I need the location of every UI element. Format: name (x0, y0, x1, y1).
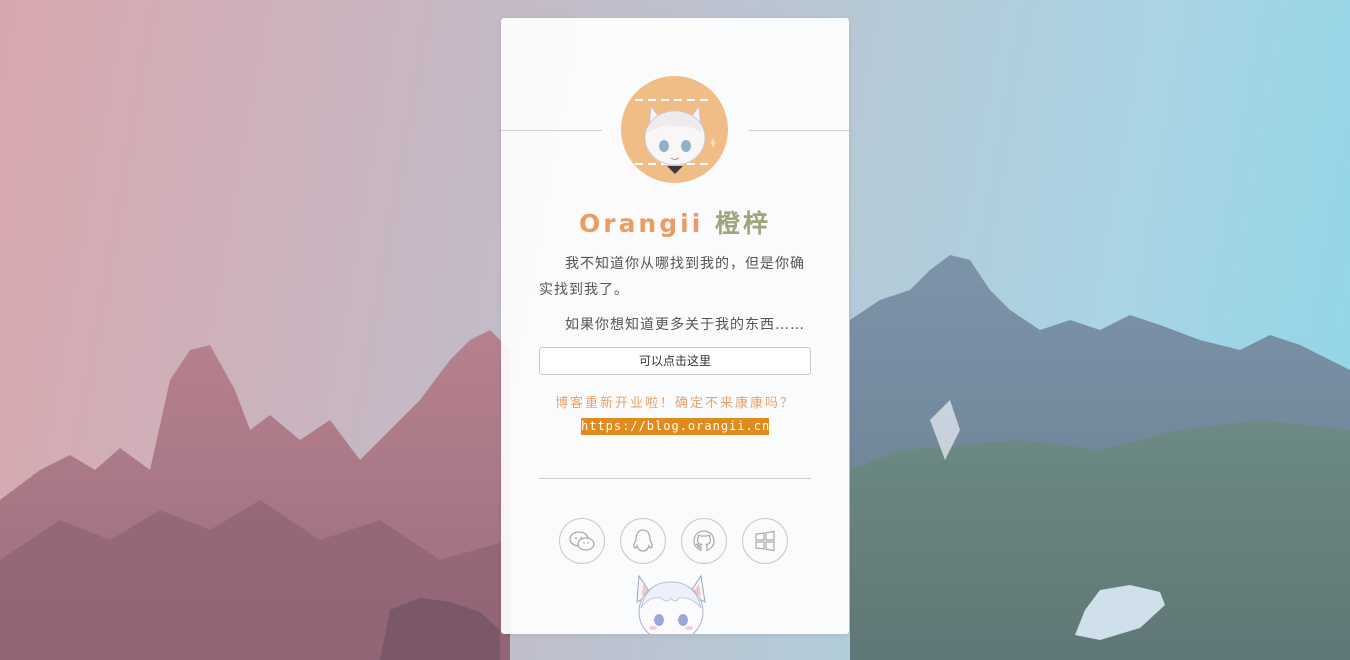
profile-card: Orangii 橙梓 我不知道你从哪找到我的，但是你确实找到我了。 如果你想知道… (501, 18, 849, 634)
github-icon (693, 530, 715, 552)
profile-name-cn: 橙梓 (715, 209, 772, 238)
blog-promo-text: 博客重新开业啦！确定不来康康吗？ (554, 396, 795, 411)
header-line-right (749, 130, 849, 131)
avatar (621, 76, 728, 183)
click-here-button[interactable]: 可以点击这里 (539, 347, 811, 375)
qq-icon (633, 529, 653, 552)
intro-text-1: 我不知道你从哪找到我的，但是你确实找到我了。 (539, 256, 805, 298)
wechat-icon (569, 531, 595, 551)
profile-name: Orangii (578, 209, 704, 238)
github-button[interactable] (681, 518, 727, 564)
intro-text-2: 如果你想知道更多关于我的东西…… (565, 317, 805, 333)
qq-button[interactable] (620, 518, 666, 564)
cat-mascot-icon (636, 574, 706, 634)
blog-url-link[interactable]: https://blog.orangii.cn (581, 418, 769, 435)
header-line-left (501, 130, 602, 131)
windows-icon (755, 530, 775, 552)
profile-title: Orangii 橙梓 (501, 204, 849, 240)
windows-button[interactable] (742, 518, 788, 564)
wechat-button[interactable] (559, 518, 605, 564)
cat-girl-avatar-icon (635, 99, 715, 174)
section-divider (539, 478, 811, 479)
peeking-cat-mascot (631, 568, 711, 634)
